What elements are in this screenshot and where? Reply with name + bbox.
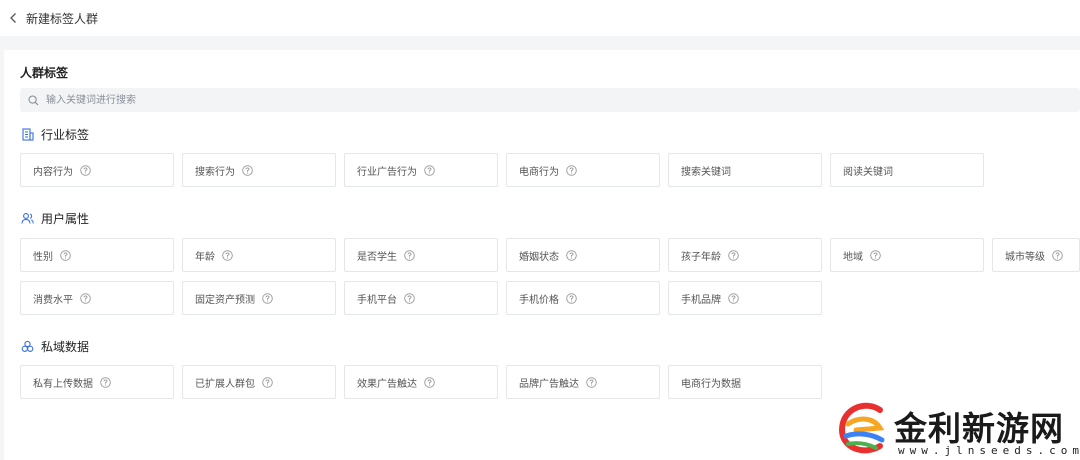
tag-ecommerce-data[interactable]: 电商行为数据 [668,365,822,399]
tag-label: 手机价格 [519,294,559,306]
help-icon[interactable] [59,249,71,261]
tag-label: 是否学生 [357,251,397,263]
panel-title: 人群标签 [20,66,69,80]
tag-label: 婚姻状态 [519,251,559,263]
tag-consumption-level[interactable]: 消费水平 [20,281,174,315]
section-user-title: 用户属性 [41,212,90,226]
tag-industry-ad-behavior[interactable]: 行业广告行为 [344,153,498,187]
circles-icon [20,340,34,354]
page-title: 新建标签人群 [26,11,99,26]
tag-expanded-audience[interactable]: 已扩展人群包 [182,365,336,399]
section-industry-header: 行业标签 [20,126,89,143]
help-icon[interactable] [727,292,739,304]
tag-label: 消费水平 [33,294,73,306]
tag-label: 品牌广告触达 [519,378,579,390]
search-bar[interactable] [20,88,1080,112]
tag-performance-ad-reach[interactable]: 效果广告触达 [344,365,498,399]
tag-private-upload[interactable]: 私有上传数据 [20,365,174,399]
tag-phone-brand[interactable]: 手机品牌 [668,281,822,315]
users-icon [20,212,34,226]
help-icon[interactable] [565,292,577,304]
help-icon[interactable] [423,164,435,176]
tag-label: 电商行为数据 [681,378,741,390]
tag-label: 搜索关键词 [681,166,731,178]
help-icon[interactable] [241,164,253,176]
tag-label: 私有上传数据 [33,378,93,390]
watermark: 金利新游网 www.jlnseeds.com [836,402,1080,460]
tag-ecommerce-behavior[interactable]: 电商行为 [506,153,660,187]
help-icon[interactable] [1051,249,1063,261]
tag-panel: 人群标签 行业标签 内容行为 搜索行为 行业广告行为 电商行为 搜索关键词 阅读… [4,50,1080,460]
tag-content-behavior[interactable]: 内容行为 [20,153,174,187]
help-icon[interactable] [79,164,91,176]
tag-label: 年龄 [195,251,215,263]
tag-region[interactable]: 地域 [830,238,984,272]
help-icon[interactable] [99,376,111,388]
tag-label: 效果广告触达 [357,378,417,390]
tag-phone-platform[interactable]: 手机平台 [344,281,498,315]
help-icon[interactable] [403,249,415,261]
building-icon [20,128,34,142]
tag-label: 电商行为 [519,166,559,178]
tag-label: 阅读关键词 [843,166,893,178]
watermark-url: www.jlnseeds.com [898,444,1080,457]
tag-label: 已扩展人群包 [195,378,255,390]
help-icon[interactable] [403,292,415,304]
tag-label: 行业广告行为 [357,166,417,178]
watermark-name: 金利新游网 [894,409,1064,448]
help-icon[interactable] [585,376,597,388]
tag-label: 城市等级 [1005,251,1045,263]
help-icon[interactable] [221,249,233,261]
tag-label: 性别 [33,251,53,263]
help-icon[interactable] [869,249,881,261]
tag-label: 地域 [843,251,863,263]
help-icon[interactable] [261,376,273,388]
tag-age[interactable]: 年龄 [182,238,336,272]
help-icon[interactable] [79,292,91,304]
help-icon[interactable] [261,292,273,304]
help-icon[interactable] [565,164,577,176]
tag-marital-status[interactable]: 婚姻状态 [506,238,660,272]
tag-label: 手机品牌 [681,294,721,306]
tag-label: 搜索行为 [195,166,235,178]
tag-label: 手机平台 [357,294,397,306]
tag-child-age[interactable]: 孩子年龄 [668,238,822,272]
chevron-left-icon[interactable] [0,0,26,36]
tag-label: 固定资产预测 [195,294,255,306]
tag-label: 孩子年龄 [681,251,721,263]
tag-fixed-asset-prediction[interactable]: 固定资产预测 [182,281,336,315]
tag-label: 内容行为 [33,166,73,178]
tag-city-tier[interactable]: 城市等级 [992,238,1080,272]
section-private-title: 私域数据 [41,340,90,354]
tag-brand-ad-reach[interactable]: 品牌广告触达 [506,365,660,399]
help-icon[interactable] [727,249,739,261]
tag-search-keywords[interactable]: 搜索关键词 [668,153,822,187]
search-input[interactable] [46,89,946,111]
tag-reading-keywords[interactable]: 阅读关键词 [830,153,984,187]
top-bar: 新建标签人群 [0,0,1080,36]
section-user-header: 用户属性 [20,210,89,227]
section-industry-title: 行业标签 [41,128,90,142]
search-icon [20,88,46,112]
tag-is-student[interactable]: 是否学生 [344,238,498,272]
tag-phone-price[interactable]: 手机价格 [506,281,660,315]
help-icon[interactable] [423,376,435,388]
tag-gender[interactable]: 性别 [20,238,174,272]
section-private-header: 私域数据 [20,338,89,355]
watermark-logo-icon [838,402,885,454]
help-icon[interactable] [565,249,577,261]
tag-search-behavior[interactable]: 搜索行为 [182,153,336,187]
